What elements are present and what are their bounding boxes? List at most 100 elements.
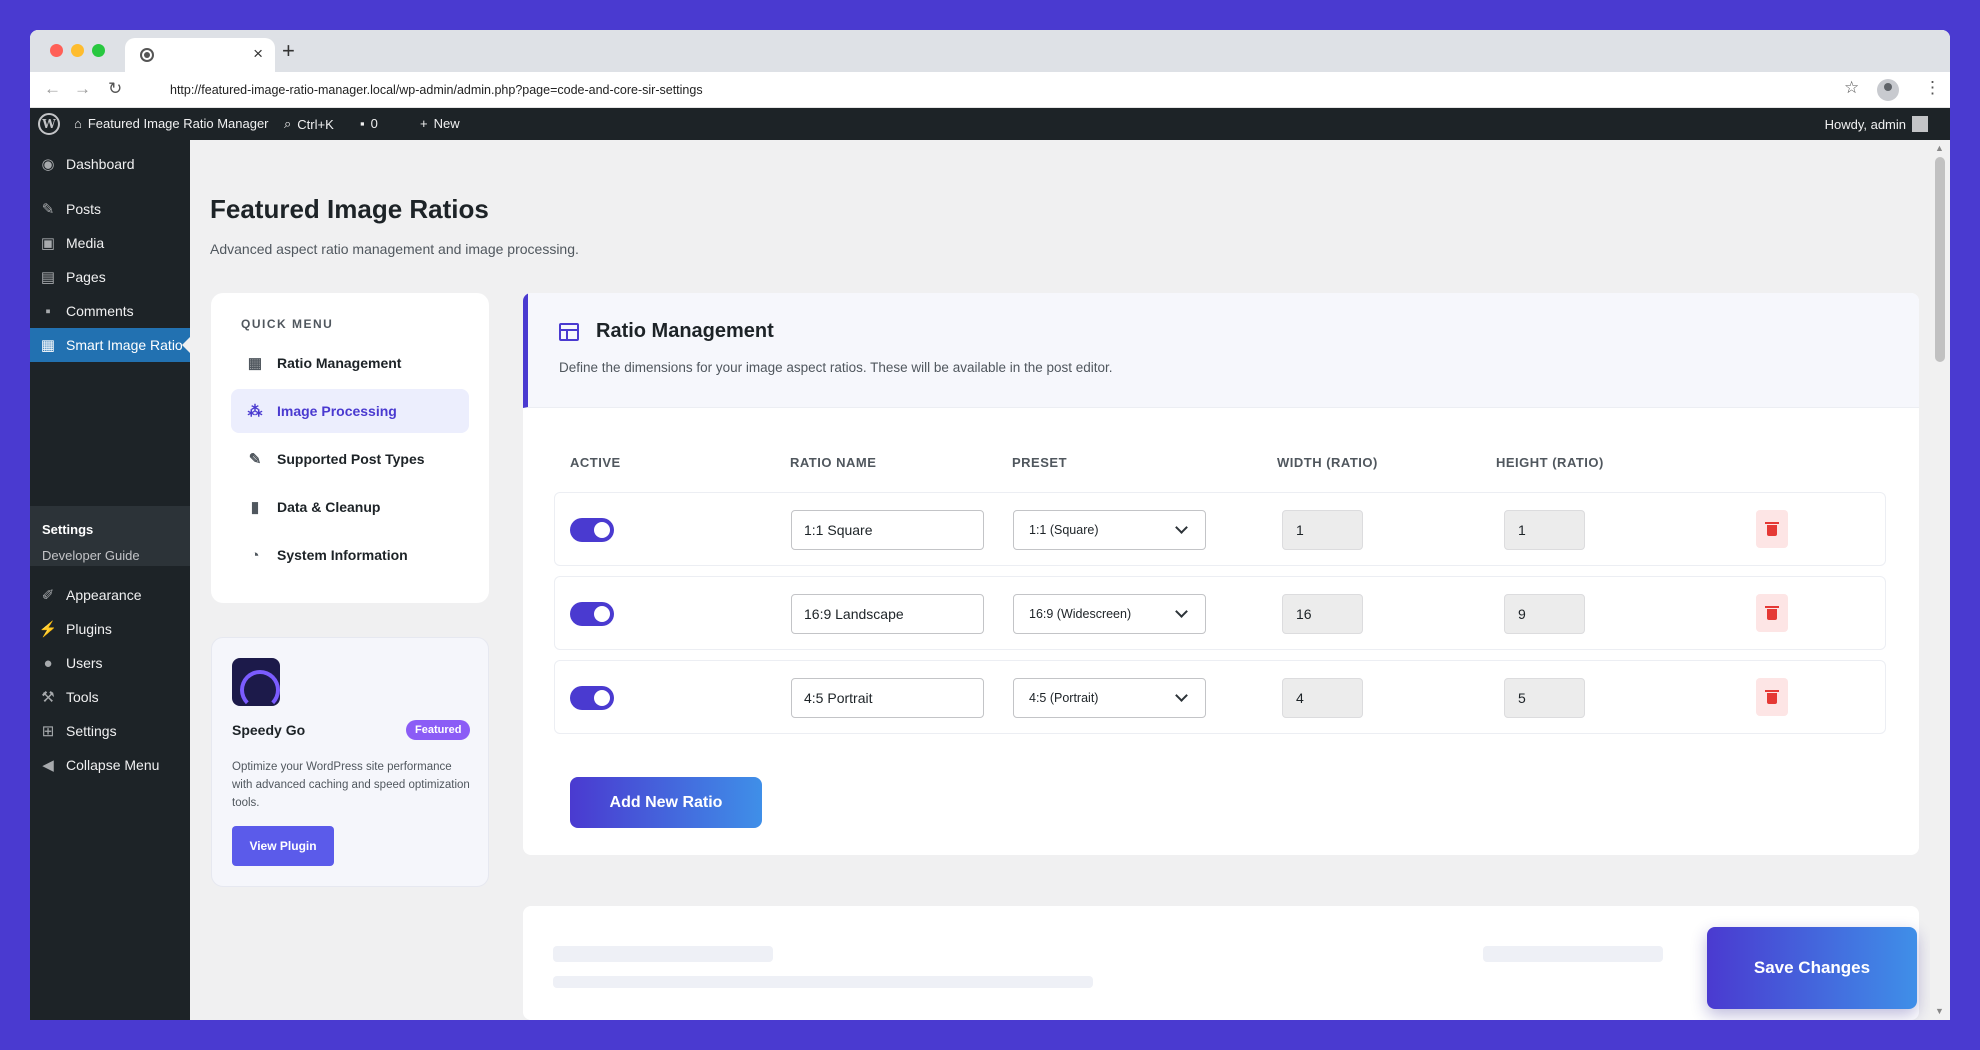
url-field[interactable]: http://featured-image-ratio-manager.loca… [170,83,703,97]
scroll-down-icon[interactable]: ▼ [1935,1006,1944,1016]
chrome-icon [140,48,154,62]
scroll-up-icon[interactable]: ▲ [1935,143,1944,153]
brush-icon: ✐ [41,587,55,604]
width-ratio-input[interactable] [1282,594,1363,634]
menu-tools[interactable]: ⚒ Tools [30,680,190,714]
main-content: Featured Image Ratios Advanced aspect ra… [190,140,1930,1020]
trash-icon [1765,690,1779,704]
new-tab-icon[interactable]: + [282,38,295,64]
menu-comments[interactable]: ▪ Comments [30,294,190,328]
quick-menu-supported-post-types[interactable]: ✎ Supported Post Types [231,437,469,481]
ratio-row: 16:9 (Widescreen) [554,576,1886,650]
ratio-row: 1:1 (Square) [554,492,1886,566]
browser-menu-icon[interactable]: ⋮ [1924,78,1941,98]
promo-name: Speedy Go [232,722,306,738]
address-bar: ← → ↻ http://featured-image-ratio-manage… [30,72,1950,108]
placeholder-heading [553,946,773,962]
height-ratio-input[interactable] [1504,510,1585,550]
comment-icon: ▪ [360,116,365,131]
preset-select[interactable]: 1:1 (Square) [1013,510,1206,550]
menu-users[interactable]: ● Users [30,646,190,680]
quick-menu-system-information[interactable]: ◔ System Information [231,533,469,577]
reload-icon[interactable]: ↻ [108,79,122,99]
width-ratio-input[interactable] [1282,678,1363,718]
menu-dashboard[interactable]: ◉ Dashboard [30,147,190,181]
pin-icon: ✎ [41,201,55,218]
page-scrollbar[interactable]: ▲ ▼ [1930,140,1950,1020]
user-icon: ● [43,654,53,672]
delete-ratio-button[interactable] [1756,510,1788,548]
circles-icon: ⁂ [247,403,263,420]
column-ratio-name: RATIO NAME [790,455,877,470]
height-ratio-input[interactable] [1504,594,1585,634]
minimize-window-button[interactable] [71,44,84,57]
ratio-name-input[interactable] [791,678,984,718]
profile-avatar-icon[interactable] [1877,79,1899,101]
plus-icon: + [420,116,428,131]
close-window-button[interactable] [50,44,63,57]
column-height: HEIGHT (RATIO) [1496,455,1604,470]
submenu-settings[interactable]: Settings [42,522,93,537]
view-plugin-button[interactable]: View Plugin [232,826,334,866]
menu-pages[interactable]: ▤ Pages [30,260,190,294]
settings-icon: ⊞ [41,723,55,740]
home-icon: ⌂ [74,116,82,131]
bookmark-star-icon[interactable]: ☆ [1844,78,1859,98]
menu-posts[interactable]: ✎ Posts [30,192,190,226]
scrollbar-thumb[interactable] [1935,157,1945,362]
forward-icon[interactable]: → [74,79,91,99]
plug-icon: ⚡ [38,621,58,638]
preset-select[interactable]: 16:9 (Widescreen) [1013,594,1206,634]
back-icon[interactable]: ← [44,79,61,99]
quick-menu-image-processing[interactable]: ⁂ Image Processing [231,389,469,433]
trash-icon: ▮ [250,499,260,516]
delete-ratio-button[interactable] [1756,678,1788,716]
ratio-name-input[interactable] [791,510,984,550]
menu-media[interactable]: ▣ Media [30,226,190,260]
page-title: Featured Image Ratios [210,194,489,224]
wrench-icon: ⚒ [41,689,55,706]
maximize-window-button[interactable] [92,44,105,57]
new-content-link[interactable]: + New [420,116,460,131]
account-menu[interactable]: Howdy, admin [1825,116,1928,132]
delete-ratio-button[interactable] [1756,594,1788,632]
column-active: ACTIVE [570,455,621,470]
window-controls [50,44,105,57]
quick-menu-data-cleanup[interactable]: ▮ Data & Cleanup [231,485,469,529]
close-tab-icon[interactable]: × [253,44,263,64]
table-icon: ▦ [247,355,263,372]
submenu-developer-guide[interactable]: Developer Guide [42,548,140,563]
width-ratio-input[interactable] [1282,510,1363,550]
placeholder-heading [1483,946,1663,962]
active-toggle[interactable] [570,602,614,626]
browser-tab[interactable]: × [125,38,275,72]
active-toggle[interactable] [570,518,614,542]
menu-appearance[interactable]: ✐ Appearance [30,578,190,612]
trash-icon [1765,522,1779,536]
comments-link[interactable]: ▪ 0 [360,116,378,131]
menu-smart-image-ratio[interactable]: ▦ Smart Image Ratio [30,328,190,362]
quick-menu: QUICK MENU ▦ Ratio Management ⁂ Image Proc… [211,293,489,603]
height-ratio-input[interactable] [1504,678,1585,718]
menu-settings[interactable]: ⊞ Settings [30,714,190,748]
speedy-go-logo [232,658,280,706]
media-icon: ▣ [40,235,56,252]
ratio-management-description: Define the dimensions for your image asp… [559,360,1113,375]
site-name-link[interactable]: ⌂ Featured Image Ratio Manager [74,116,269,131]
menu-plugins[interactable]: ⚡ Plugins [30,612,190,646]
ratio-management-header: Ratio Management Define the dimensions f… [523,293,1919,408]
quick-menu-ratio-management[interactable]: ▦ Ratio Management [231,341,469,385]
command-palette-link[interactable]: ⌕ Ctrl+K [284,116,334,132]
ratio-name-input[interactable] [791,594,984,634]
active-toggle[interactable] [570,686,614,710]
menu-collapse[interactable]: ◀ Collapse Menu [30,748,190,782]
save-changes-button[interactable]: Save Changes [1707,927,1917,1009]
preset-select[interactable]: 4:5 (Portrait) [1013,678,1206,718]
smart-image-ratio-submenu: Settings Developer Guide [30,506,190,566]
ratio-management-title: Ratio Management [596,320,774,342]
wordpress-logo-icon[interactable]: W [38,113,60,135]
add-new-ratio-button[interactable]: Add New Ratio [570,777,762,828]
featured-badge: Featured [406,720,471,740]
ratio-row: 4:5 (Portrait) [554,660,1886,734]
column-preset: PRESET [1012,455,1068,470]
